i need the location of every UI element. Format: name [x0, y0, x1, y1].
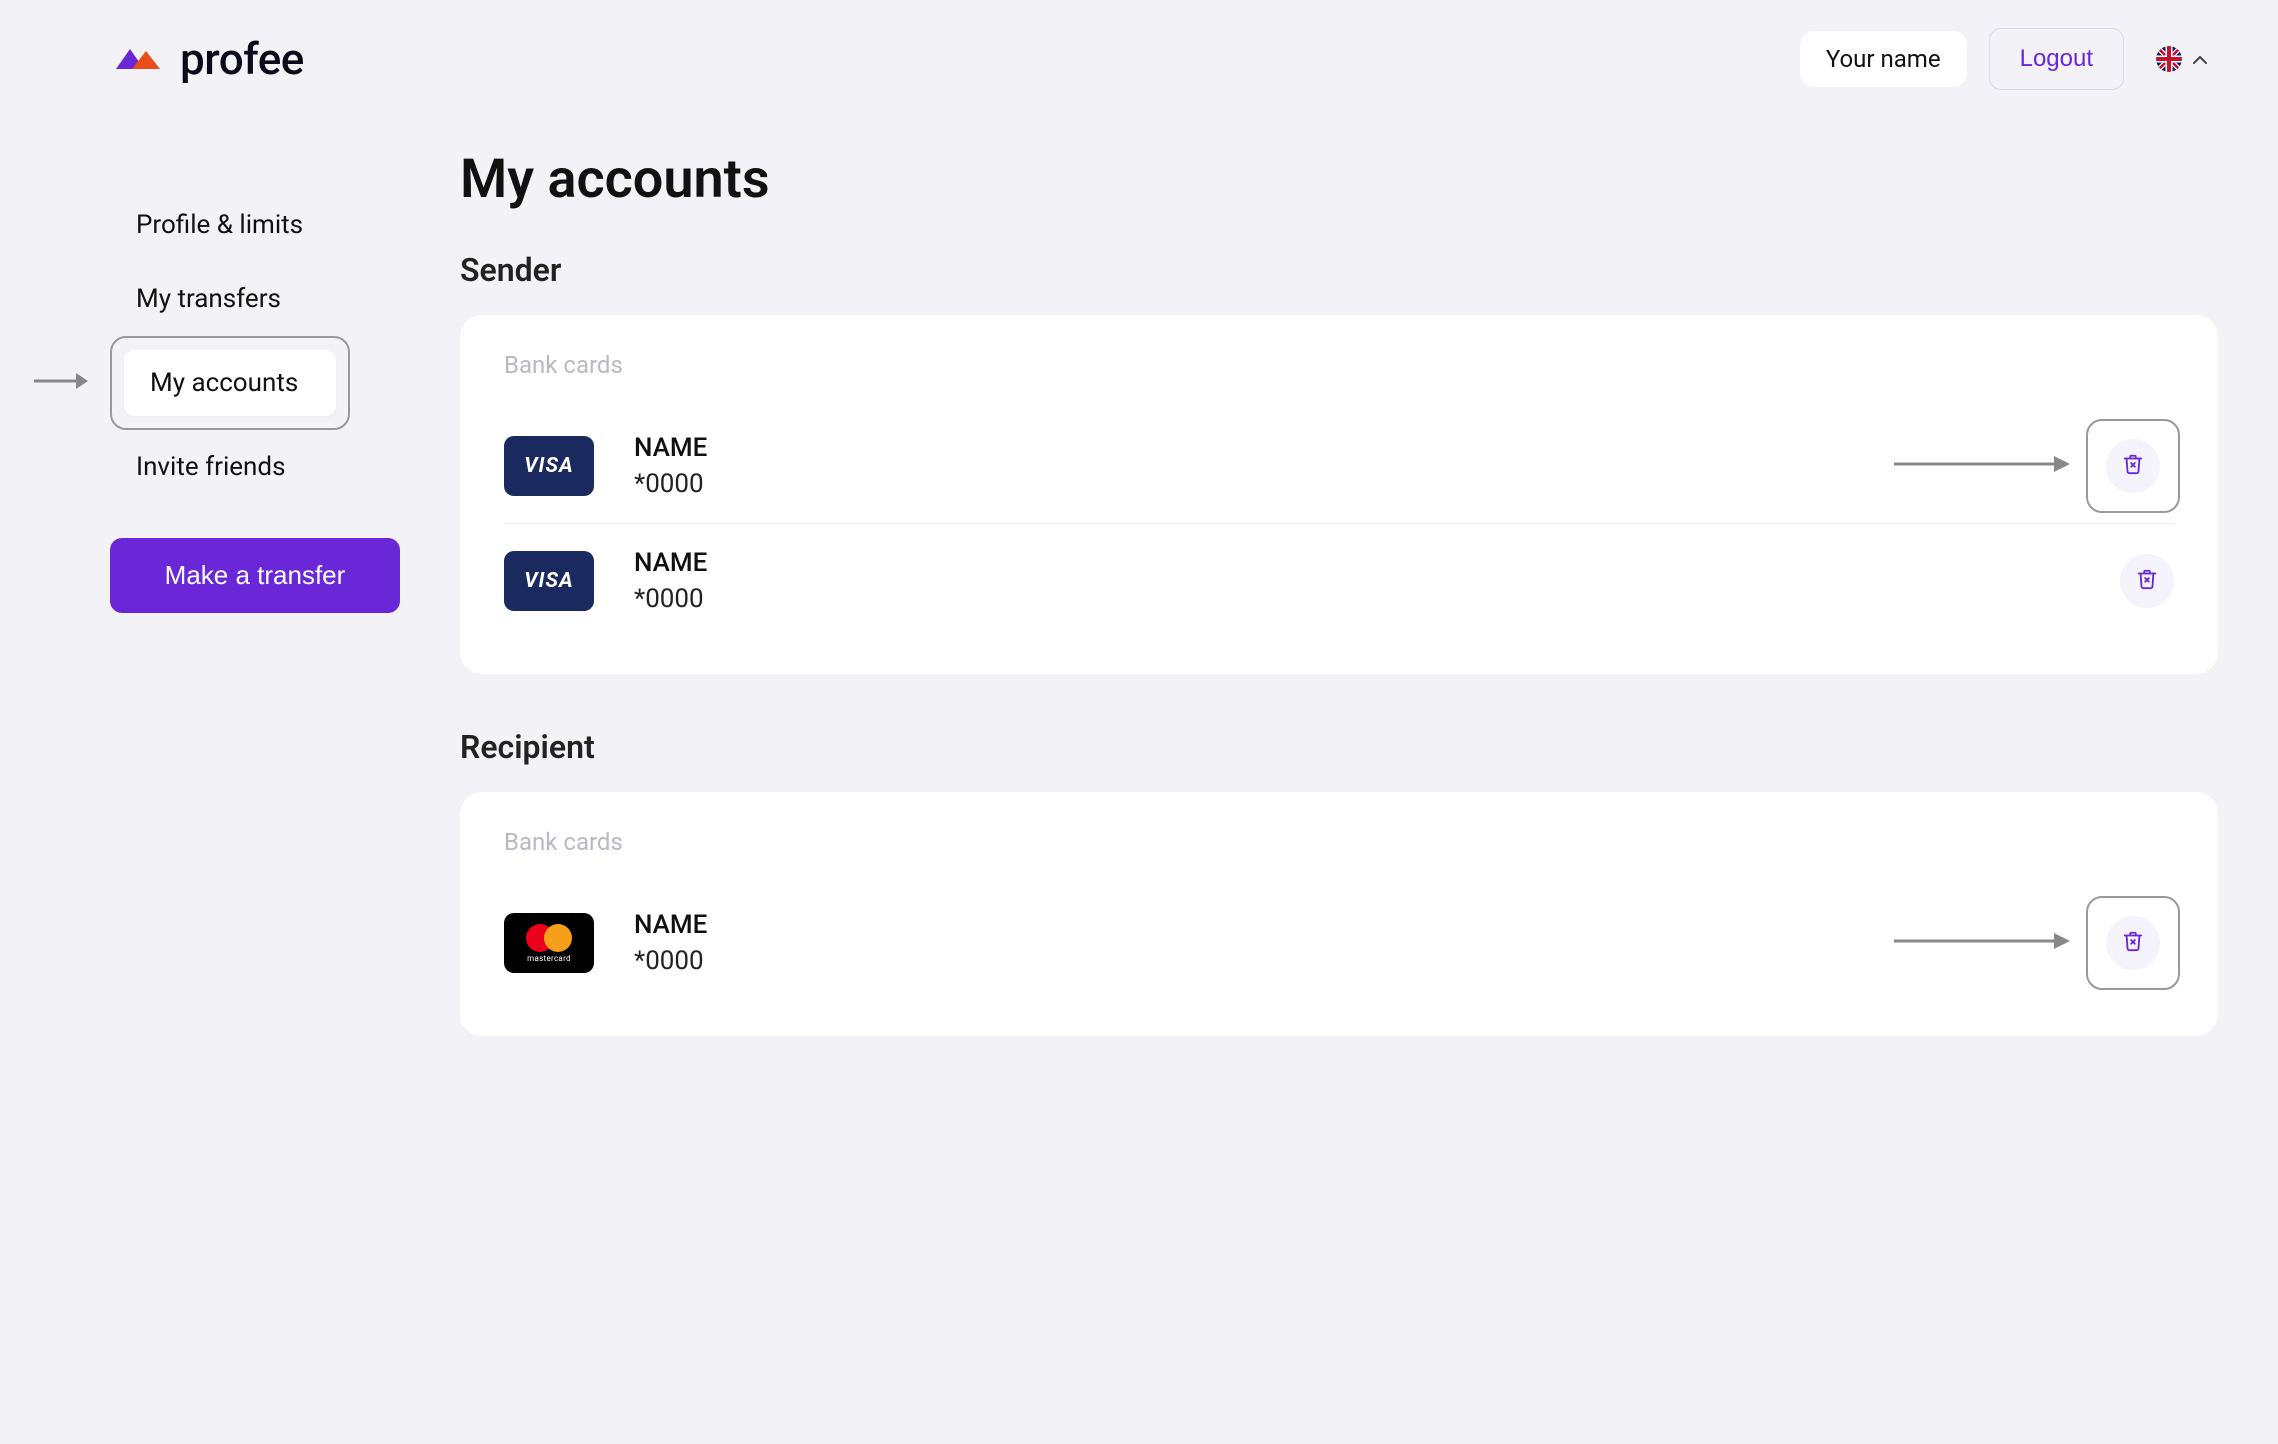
delete-card-button[interactable]: [2106, 916, 2160, 970]
user-name-pill[interactable]: Your name: [1800, 31, 1967, 87]
recipient-panel: Bank cards mastercard NAME *0000: [460, 792, 2218, 1036]
sender-group-label: Bank cards: [504, 351, 2174, 379]
main: My accounts Sender Bank cards VISA NAME …: [460, 148, 2218, 1090]
logout-button[interactable]: Logout: [1989, 28, 2124, 90]
card-brand-visa-icon: VISA: [504, 436, 594, 496]
card-number: *0000: [634, 469, 707, 499]
card-row: VISA NAME *0000: [504, 524, 2174, 638]
trash-icon: [2122, 930, 2144, 956]
section-title-sender: Sender: [460, 251, 2218, 289]
sidebar-item-my-accounts[interactable]: My accounts: [124, 350, 336, 416]
card-number: *0000: [634, 946, 707, 976]
sidebar-item-invite-friends[interactable]: Invite friends: [110, 430, 420, 504]
card-info: NAME *0000: [634, 548, 707, 614]
arrow-right-icon: [34, 371, 94, 395]
card-name: NAME: [634, 433, 707, 463]
logo-text: profee: [180, 33, 304, 85]
sidebar: Profile & limits My transfers My account…: [110, 148, 420, 1090]
delete-card-button[interactable]: [2106, 439, 2160, 493]
delete-highlight-box: [2086, 896, 2180, 990]
recipient-group-label: Bank cards: [504, 828, 2174, 856]
trash-icon: [2122, 453, 2144, 479]
logo[interactable]: profee: [110, 33, 304, 85]
delete-highlight-box: [2086, 419, 2180, 513]
card-number: *0000: [634, 584, 707, 614]
card-info: NAME *0000: [634, 433, 707, 499]
sidebar-item-my-accounts-highlight: My accounts: [110, 336, 350, 430]
language-picker[interactable]: [2146, 40, 2218, 78]
arrow-right-icon: [1894, 454, 2074, 478]
card-info: NAME *0000: [634, 910, 707, 976]
card-brand-label: mastercard: [527, 954, 571, 963]
card-row: mastercard NAME *0000: [504, 886, 2174, 1000]
make-transfer-button[interactable]: Make a transfer: [110, 538, 400, 613]
header-right: Your name Logout: [1800, 28, 2218, 90]
card-brand-mastercard-icon: mastercard: [504, 913, 594, 973]
arrow-right-icon: [1894, 931, 2074, 955]
card-name: NAME: [634, 910, 707, 940]
logo-icon: [110, 41, 170, 77]
flag-uk-icon: [2156, 46, 2182, 72]
delete-card-button[interactable]: [2120, 554, 2174, 608]
card-row: VISA NAME *0000: [504, 409, 2174, 524]
sidebar-item-my-transfers[interactable]: My transfers: [110, 262, 420, 336]
page-title: My accounts: [460, 148, 2218, 211]
section-title-recipient: Recipient: [460, 728, 2218, 766]
chevron-up-icon: [2192, 50, 2208, 69]
header: profee Your name Logout: [0, 0, 2278, 118]
sidebar-item-profile-limits[interactable]: Profile & limits: [110, 188, 420, 262]
card-name: NAME: [634, 548, 707, 578]
sender-panel: Bank cards VISA NAME *0000: [460, 315, 2218, 674]
card-brand-visa-icon: VISA: [504, 551, 594, 611]
trash-icon: [2136, 568, 2158, 594]
